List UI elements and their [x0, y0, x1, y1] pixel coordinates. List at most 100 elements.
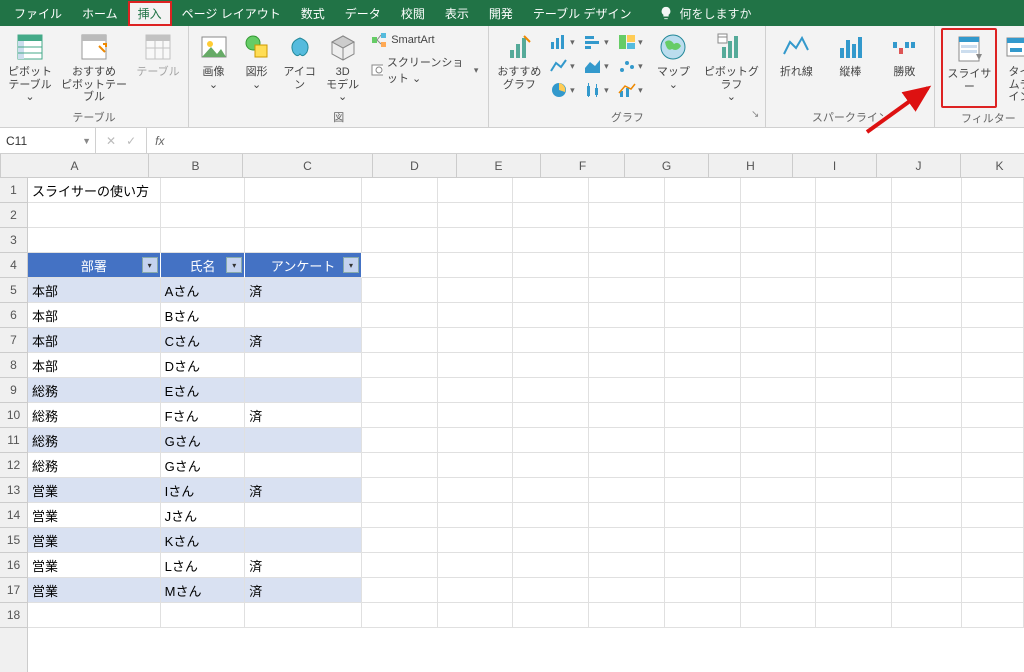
cell[interactable]: [665, 253, 741, 278]
tab-挿入[interactable]: 挿入: [128, 1, 172, 26]
cell[interactable]: Cさん: [161, 328, 246, 353]
cell[interactable]: [438, 603, 514, 628]
cell[interactable]: [665, 328, 741, 353]
cell[interactable]: 氏名▾: [161, 253, 246, 278]
cell[interactable]: [665, 228, 741, 253]
cell[interactable]: [892, 503, 962, 528]
cell[interactable]: [362, 428, 438, 453]
scatter-chart-icon[interactable]: [617, 56, 643, 76]
cell[interactable]: 部署▾: [28, 253, 161, 278]
cell[interactable]: 済: [245, 403, 362, 428]
cell[interactable]: [245, 178, 362, 203]
cell[interactable]: [741, 528, 817, 553]
cell[interactable]: [438, 428, 514, 453]
cell[interactable]: [245, 378, 362, 403]
col-header-H[interactable]: H: [709, 154, 793, 177]
column-chart-icon[interactable]: [549, 32, 575, 52]
cell[interactable]: [892, 228, 962, 253]
cell[interactable]: [589, 528, 665, 553]
icons-button[interactable]: アイコン: [281, 28, 318, 91]
cell[interactable]: [362, 478, 438, 503]
cell[interactable]: [816, 228, 892, 253]
cell[interactable]: [892, 578, 962, 603]
cell[interactable]: [438, 228, 514, 253]
cell[interactable]: 総務: [28, 378, 161, 403]
cell[interactable]: アンケート▾: [245, 253, 362, 278]
col-header-G[interactable]: G: [625, 154, 709, 177]
cell[interactable]: [438, 453, 514, 478]
cell[interactable]: [816, 603, 892, 628]
cell[interactable]: [892, 328, 962, 353]
cell[interactable]: [438, 553, 514, 578]
bar-chart-icon[interactable]: [583, 32, 609, 52]
row-header-9[interactable]: 9: [0, 378, 27, 403]
cell[interactable]: 済: [245, 478, 362, 503]
sparkline-column-button[interactable]: 縦棒: [826, 28, 874, 79]
cell[interactable]: [962, 528, 1024, 553]
cell[interactable]: [741, 253, 817, 278]
tab-ホーム[interactable]: ホーム: [72, 1, 128, 26]
cell[interactable]: [962, 278, 1024, 303]
cell[interactable]: [892, 178, 962, 203]
cell[interactable]: [438, 203, 514, 228]
formula-input[interactable]: [172, 128, 1024, 153]
cell[interactable]: Dさん: [161, 353, 246, 378]
cell[interactable]: [892, 403, 962, 428]
col-header-J[interactable]: J: [877, 154, 961, 177]
cell[interactable]: [962, 353, 1024, 378]
cell[interactable]: Aさん: [161, 278, 246, 303]
col-header-E[interactable]: E: [457, 154, 541, 177]
cell[interactable]: [362, 403, 438, 428]
cell[interactable]: [589, 378, 665, 403]
cell[interactable]: [362, 578, 438, 603]
col-header-A[interactable]: A: [1, 154, 149, 177]
cell[interactable]: [245, 353, 362, 378]
cell[interactable]: [513, 528, 589, 553]
tab-テーブル デザイン[interactable]: テーブル デザイン: [523, 1, 642, 26]
cell[interactable]: 総務: [28, 403, 161, 428]
tell-me[interactable]: 何をしますか: [659, 5, 751, 22]
cell[interactable]: [665, 453, 741, 478]
cell[interactable]: [892, 478, 962, 503]
fx-icon[interactable]: fx: [147, 134, 172, 148]
cell[interactable]: [438, 403, 514, 428]
cell[interactable]: [438, 278, 514, 303]
cell[interactable]: [245, 228, 362, 253]
cell[interactable]: Gさん: [161, 453, 246, 478]
cell[interactable]: [438, 353, 514, 378]
cell[interactable]: Eさん: [161, 378, 246, 403]
area-chart-icon[interactable]: [583, 56, 609, 76]
cell[interactable]: [362, 453, 438, 478]
cell[interactable]: [741, 178, 817, 203]
cell[interactable]: [962, 178, 1024, 203]
cell[interactable]: [589, 553, 665, 578]
cell[interactable]: 営業: [28, 528, 161, 553]
cell[interactable]: [665, 553, 741, 578]
cell[interactable]: [362, 228, 438, 253]
map-chart-button[interactable]: マップ ⌄: [649, 28, 697, 91]
pictures-button[interactable]: 画像 ⌄: [195, 28, 232, 91]
cell[interactable]: [962, 578, 1024, 603]
cell[interactable]: [513, 603, 589, 628]
cell[interactable]: [962, 228, 1024, 253]
cell[interactable]: [816, 253, 892, 278]
cell[interactable]: [589, 178, 665, 203]
cell[interactable]: [513, 503, 589, 528]
cell[interactable]: [28, 228, 161, 253]
row-header-2[interactable]: 2: [0, 203, 27, 228]
row-header-8[interactable]: 8: [0, 353, 27, 378]
cell[interactable]: [513, 578, 589, 603]
cell[interactable]: [741, 603, 817, 628]
row-header-12[interactable]: 12: [0, 453, 27, 478]
cell[interactable]: [665, 528, 741, 553]
cell[interactable]: [589, 328, 665, 353]
cell[interactable]: [245, 428, 362, 453]
cell[interactable]: [665, 203, 741, 228]
cell[interactable]: Lさん: [161, 553, 246, 578]
cell[interactable]: [665, 428, 741, 453]
cell[interactable]: [438, 578, 514, 603]
cell[interactable]: [962, 303, 1024, 328]
tab-データ[interactable]: データ: [335, 1, 391, 26]
cell[interactable]: 本部: [28, 278, 161, 303]
cell[interactable]: [28, 203, 161, 228]
